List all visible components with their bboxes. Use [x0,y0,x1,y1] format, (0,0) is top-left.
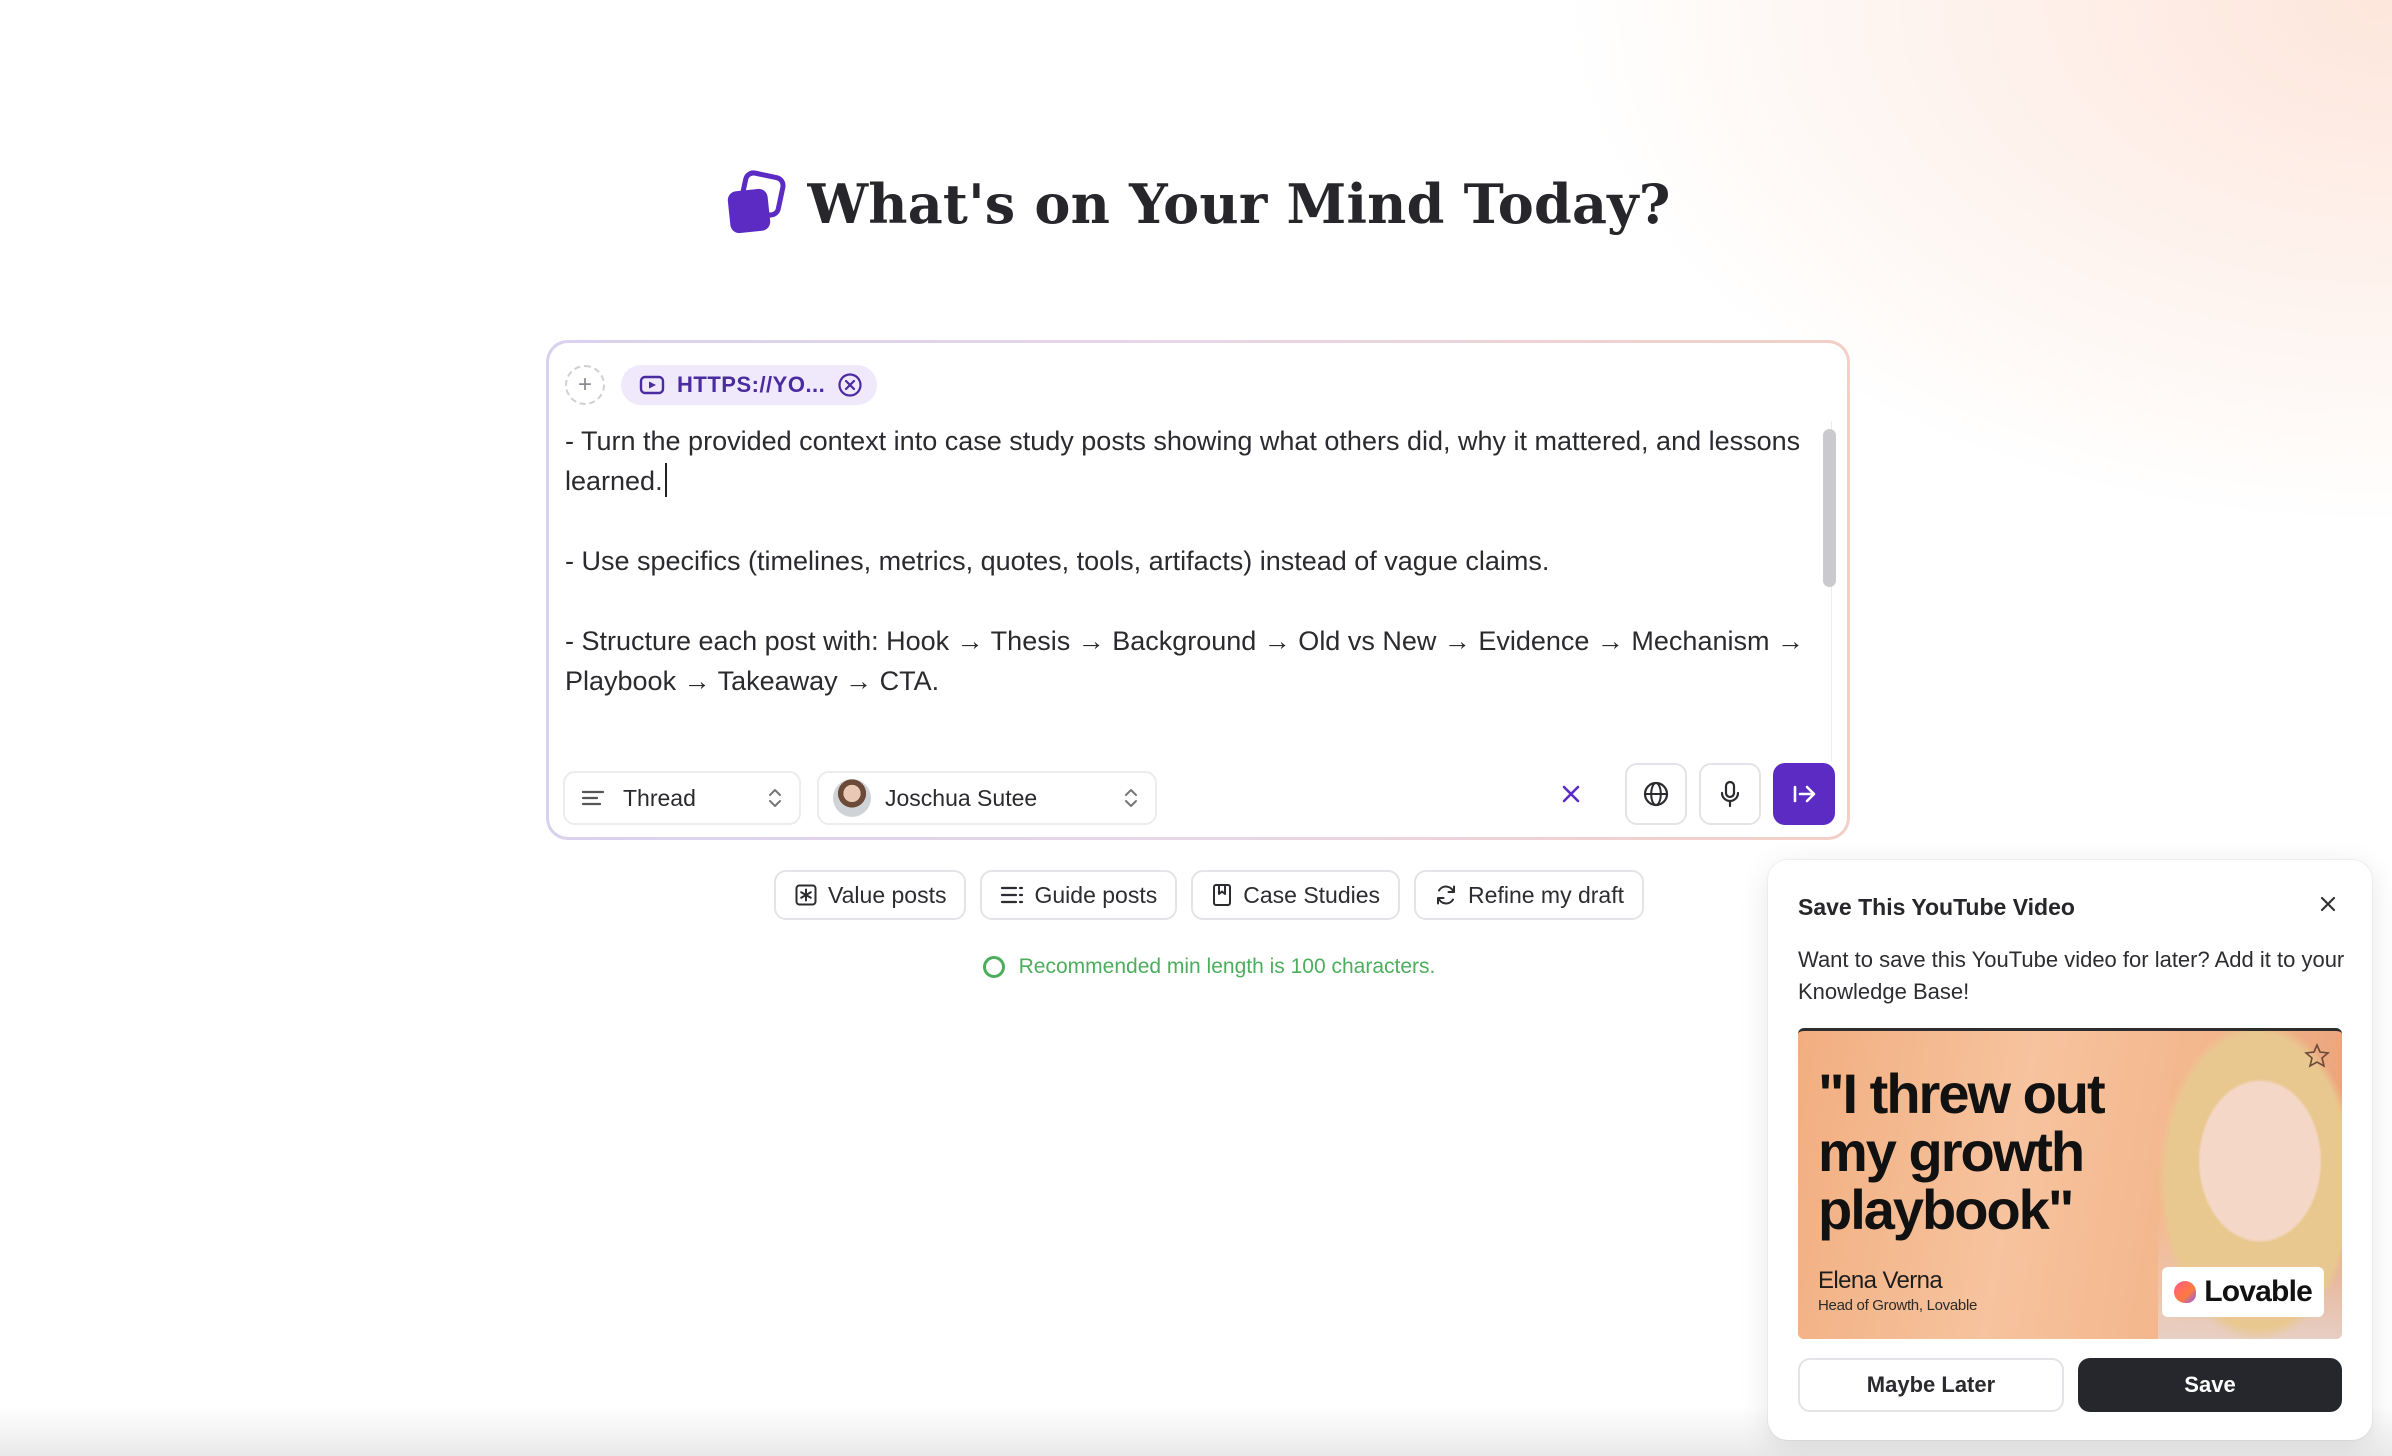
sparkle-box-icon [795,884,817,906]
editor-paragraph: - Use specifics (timelines, metrics, quo… [565,546,1550,576]
text-caret [664,463,667,497]
thumbnail-quote-line: playbook" [1818,1178,2074,1241]
voice-input-button[interactable] [1699,763,1761,825]
prompt-editor[interactable]: - Turn the provided context into case st… [565,421,1815,733]
add-attachment-button[interactable]: + [565,365,605,405]
thumbnail-speaker-role: Head of Growth, Lovable [1818,1297,1978,1314]
quick-action-value-posts[interactable]: Value posts [774,870,967,920]
url-attachment-chip[interactable]: HTTPS://YO... [621,365,878,405]
editor-scrollbar[interactable] [1821,421,1837,745]
channel-mark-icon [2304,1043,2330,1068]
close-icon [1562,785,1580,803]
refresh-icon [1437,885,1456,905]
bookmark-icon [1213,884,1232,906]
chevron-updown-icon [769,789,781,807]
composer: + HTTPS://YO... - Turn the provided cont… [546,340,1850,840]
chevron-updown-icon [1125,789,1137,807]
popup-description: Want to save this YouTube video for late… [1798,947,2345,1004]
url-attachment-label: HTTPS://YO... [677,372,826,397]
page-title: What's on Your Mind Today? [807,172,1671,236]
avatar [833,779,871,817]
save-button[interactable]: Save [2078,1358,2342,1412]
send-arrow-icon [1793,785,1816,803]
editor-paragraph: - Turn the provided context into case st… [565,426,1801,497]
thumbnail-quote-line: my growth [1818,1120,2085,1183]
thumbnail-brand-badge: Lovable [2162,1267,2324,1317]
thumbnail-quote-line: "I threw out [1818,1062,2106,1125]
quick-action-refine-draft[interactable]: Refine my draft [1414,870,1644,920]
quick-action-label: Refine my draft [1468,881,1624,908]
list-icon [1001,886,1024,904]
quick-action-label: Case Studies [1243,881,1381,908]
scrollbar-thumb[interactable] [1823,429,1836,587]
video-thumbnail: "I threw out my growth playbook" Elena V… [1798,1028,2342,1339]
send-button[interactable] [1773,763,1835,825]
save-video-popup: Save This YouTube Video Want to save thi… [1768,860,2372,1440]
plus-icon: + [577,371,592,398]
progress-ring-icon [982,956,1005,978]
post-type-value: Thread [623,784,696,811]
thumbnail-quote: "I threw out my growth playbook" [1818,1065,2158,1239]
close-icon[interactable] [2318,894,2338,914]
quick-action-label: Value posts [828,881,947,908]
length-hint-text: Recommended min length is 100 characters… [1018,955,1436,978]
text-lines-icon [581,790,605,806]
quick-action-case-studies[interactable]: Case Studies [1191,870,1401,920]
maybe-later-button[interactable]: Maybe Later [1798,1358,2064,1412]
editor-paragraph: - Structure each post with: Hook → Thesi… [565,626,1804,696]
author-name: Joschua Sutee [885,784,1038,811]
stacked-squares-logo-icon [728,170,786,234]
quick-action-label: Guide posts [1034,881,1158,908]
thumbnail-speaker-name: Elena Verna [1818,1267,1943,1294]
composer-inner: + HTTPS://YO... - Turn the provided cont… [549,343,1847,837]
web-search-button[interactable] [1625,763,1687,825]
lovable-logo-icon [2174,1281,2197,1303]
microphone-icon [1720,780,1740,808]
globe-icon [1643,781,1669,807]
quick-action-guide-posts[interactable]: Guide posts [980,870,1178,920]
remove-attachment-icon[interactable] [837,372,863,398]
post-type-select[interactable]: Thread [563,771,801,825]
thumbnail-brand-name: Lovable [2204,1275,2313,1308]
clear-button[interactable] [1551,774,1591,814]
video-icon [639,375,665,395]
author-select[interactable]: Joschua Sutee [817,771,1157,825]
popup-title: Save This YouTube Video [1798,894,2075,920]
page-header: What's on Your Mind Today? [0,168,2392,240]
